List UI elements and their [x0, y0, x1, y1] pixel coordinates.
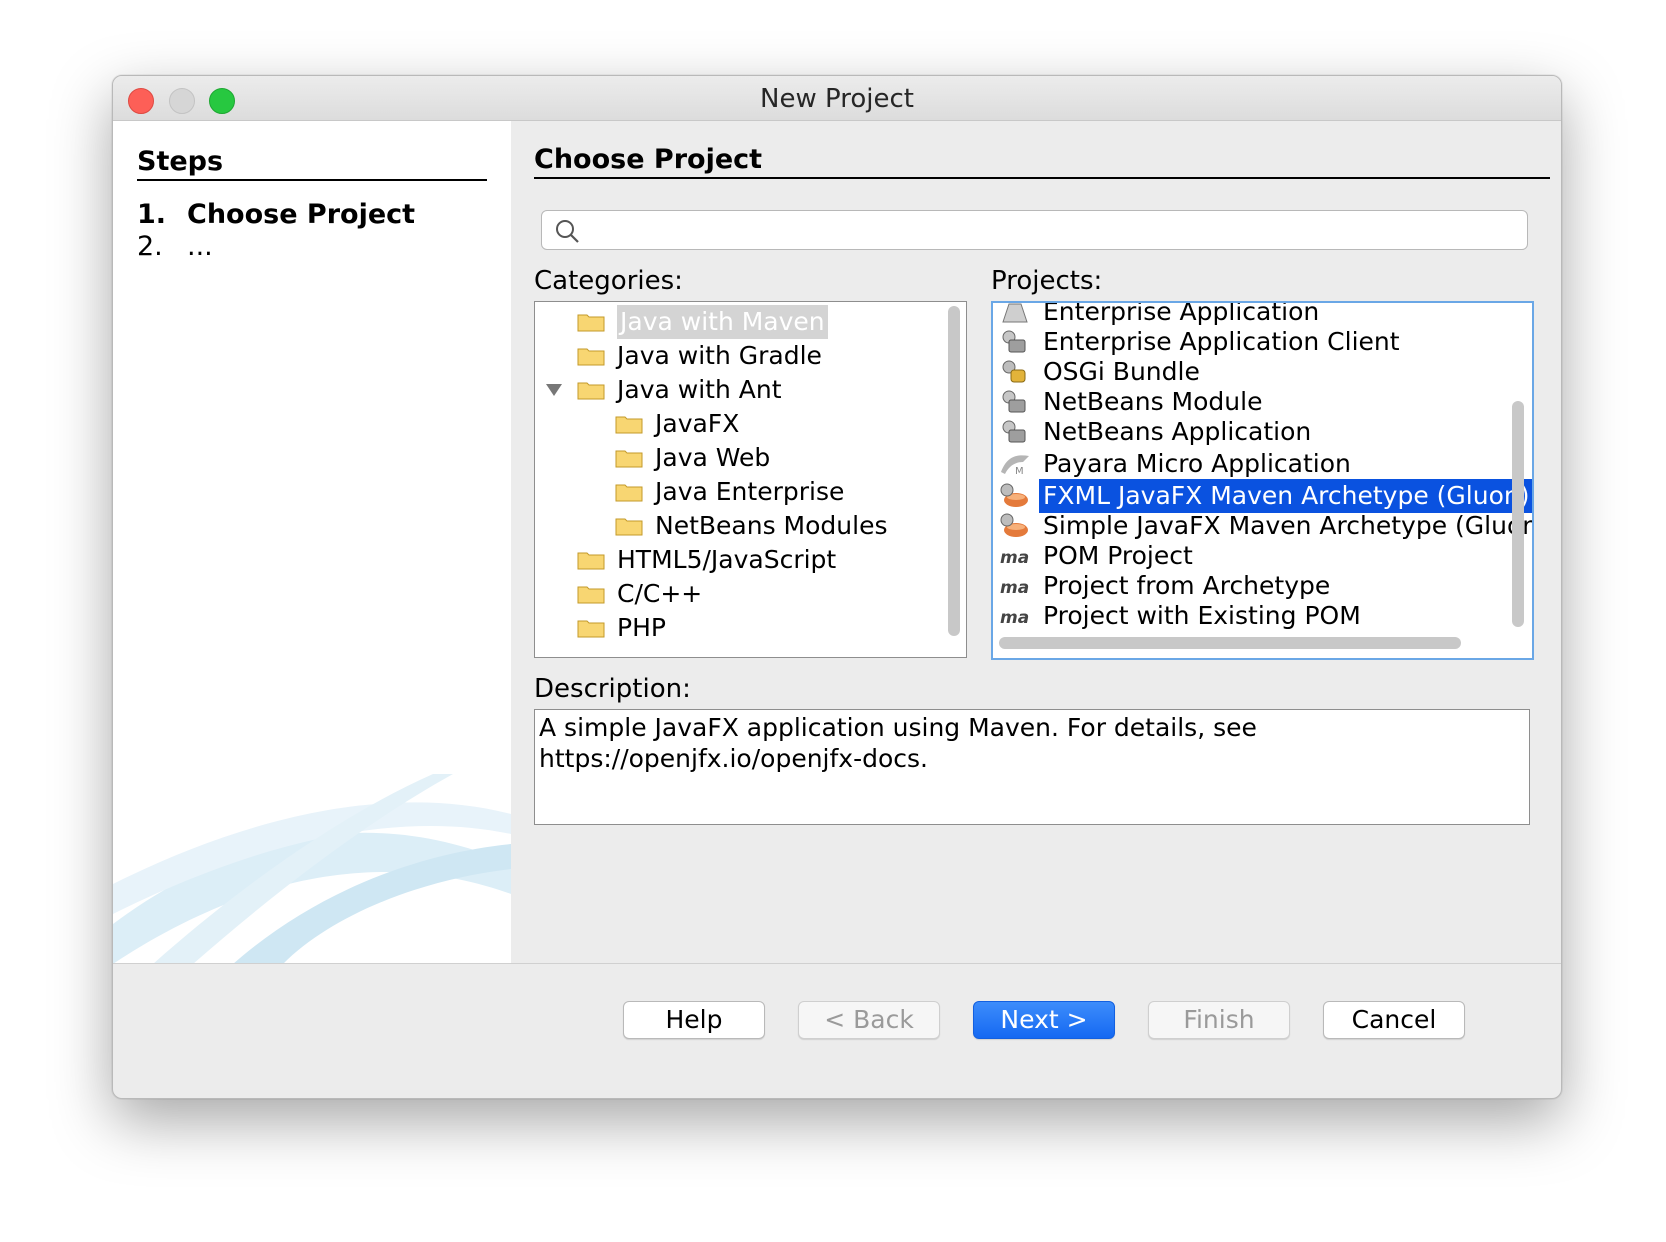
- step-label: Choose Project: [187, 199, 416, 230]
- step-item: 2....: [137, 231, 213, 262]
- project-label: Payara Micro Application: [1043, 449, 1351, 478]
- step-number: 1.: [137, 199, 167, 230]
- project-label: OSGi Bundle: [1043, 357, 1200, 386]
- project-label: Simple JavaFX Maven Archetype (Gluon): [1043, 511, 1534, 540]
- projects-list[interactable]: Enterprise Application Enterprise Applica…: [991, 301, 1534, 660]
- category-item[interactable]: Java with Ant: [535, 373, 905, 407]
- category-label: Java with Maven: [617, 305, 828, 339]
- category-label: Java with Ant: [617, 375, 782, 404]
- next-button[interactable]: Next >: [973, 1001, 1115, 1039]
- svg-text:M: M: [1015, 466, 1024, 477]
- folder-icon: [577, 348, 605, 366]
- help-button[interactable]: Help: [623, 1001, 765, 1039]
- svg-text:ma: ma: [1000, 578, 1029, 598]
- project-label: FXML JavaFX Maven Archetype (Gluon): [1039, 479, 1532, 513]
- project-item[interactable]: Enterprise Application Client: [993, 325, 1473, 359]
- project-item[interactable]: Simple JavaFX Maven Archetype (Gluon): [993, 509, 1532, 543]
- categories-tree[interactable]: Java with Maven Java with Gradle Java with…: [534, 301, 967, 658]
- folder-icon: [577, 586, 605, 604]
- title-bar: New Project: [113, 76, 1561, 121]
- project-label: POM Project: [1043, 541, 1193, 570]
- project-item[interactable]: ma POM Project: [993, 539, 1473, 573]
- category-item[interactable]: Java with Gradle: [535, 339, 905, 373]
- payara-micro-icon: M: [1001, 455, 1029, 477]
- category-item[interactable]: Java with Maven: [535, 305, 905, 339]
- maven-icon: ma: [1000, 608, 1029, 628]
- back-button[interactable]: < Back: [798, 1001, 940, 1039]
- category-label: HTML5/JavaScript: [617, 545, 837, 574]
- finish-button[interactable]: Finish: [1148, 1001, 1290, 1039]
- projects-horizontal-scrollbar[interactable]: [999, 637, 1461, 649]
- project-label: Project from Archetype: [1043, 571, 1331, 600]
- svg-text:ma: ma: [1000, 548, 1029, 568]
- steps-heading: Steps: [137, 146, 487, 181]
- folder-icon: [577, 552, 605, 570]
- category-label: Java with Gradle: [617, 341, 822, 370]
- search-icon: [556, 220, 579, 243]
- project-item[interactable]: ma Project from Archetype: [993, 569, 1473, 603]
- project-item[interactable]: FXML JavaFX Maven Archetype (Gluon): [993, 479, 1532, 513]
- netbeans-app-icon: [1002, 420, 1026, 443]
- svg-text:ma: ma: [1000, 608, 1029, 628]
- category-item[interactable]: C/C++: [535, 577, 905, 611]
- folder-icon: [577, 620, 605, 638]
- step-number: 2.: [137, 231, 163, 262]
- category-item[interactable]: Java Enterprise: [535, 475, 905, 509]
- expand-triangle-icon[interactable]: [545, 383, 563, 397]
- decorative-swoosh: [113, 774, 511, 964]
- step-label: ...: [187, 231, 213, 262]
- cancel-button[interactable]: Cancel: [1323, 1001, 1465, 1039]
- folder-icon: [615, 484, 643, 502]
- project-label: Project with Existing POM: [1043, 601, 1361, 630]
- folder-icon: [577, 314, 605, 332]
- category-label: C/C++: [617, 579, 703, 608]
- maven-icon: ma: [1000, 548, 1029, 568]
- projects-vertical-scrollbar[interactable]: [1512, 401, 1524, 627]
- category-item[interactable]: JavaFX: [535, 407, 905, 441]
- step-item: 1. Choose Project: [137, 199, 415, 230]
- project-label: NetBeans Module: [1043, 387, 1263, 416]
- osgi-bundle-icon: [1002, 360, 1026, 383]
- page-title: Choose Project: [534, 144, 1550, 179]
- category-label: NetBeans Modules: [655, 511, 888, 540]
- new-project-dialog: New Project Steps 1. Choose Project 2....…: [112, 75, 1562, 1099]
- project-label: NetBeans Application: [1043, 417, 1312, 446]
- project-item[interactable]: ma Project with Existing POM: [993, 599, 1473, 633]
- category-item[interactable]: PHP: [535, 611, 905, 645]
- description-text: A simple JavaFX application using Maven.…: [534, 709, 1530, 825]
- javafx-maven-icon: [1000, 513, 1028, 537]
- window-title: New Project: [760, 84, 914, 114]
- project-item[interactable]: OSGi Bundle: [993, 355, 1473, 389]
- category-item[interactable]: HTML5/JavaScript: [535, 543, 905, 577]
- divider: [113, 963, 1561, 964]
- steps-panel: Steps 1. Choose Project 2....: [113, 121, 511, 964]
- enterprise-client-icon: [1002, 330, 1026, 353]
- projects-label: Projects:: [991, 266, 1103, 296]
- category-label: Java Enterprise: [655, 477, 845, 506]
- category-label: JavaFX: [655, 409, 740, 438]
- project-item[interactable]: NetBeans Application: [993, 415, 1473, 449]
- project-item[interactable]: M Payara Micro Application: [993, 447, 1473, 481]
- netbeans-module-icon: [1002, 390, 1026, 413]
- folder-icon: [615, 450, 643, 468]
- categories-scrollbar[interactable]: [948, 306, 960, 636]
- description-label: Description:: [534, 674, 691, 704]
- categories-label: Categories:: [534, 266, 683, 296]
- folder-icon: [615, 518, 643, 536]
- maven-icon: ma: [1000, 578, 1029, 598]
- category-item[interactable]: Java Web: [535, 441, 905, 475]
- category-label: Java Web: [655, 443, 771, 472]
- project-item[interactable]: NetBeans Module: [993, 385, 1473, 419]
- enterprise-app-icon: [1002, 303, 1028, 323]
- category-item[interactable]: NetBeans Modules: [535, 509, 905, 543]
- folder-icon: [615, 416, 643, 434]
- javafx-maven-icon: [1000, 483, 1028, 507]
- open-folder-icon: [577, 382, 605, 400]
- search-input[interactable]: [541, 210, 1528, 250]
- project-label: Enterprise Application Client: [1043, 327, 1400, 356]
- category-label: PHP: [617, 613, 666, 642]
